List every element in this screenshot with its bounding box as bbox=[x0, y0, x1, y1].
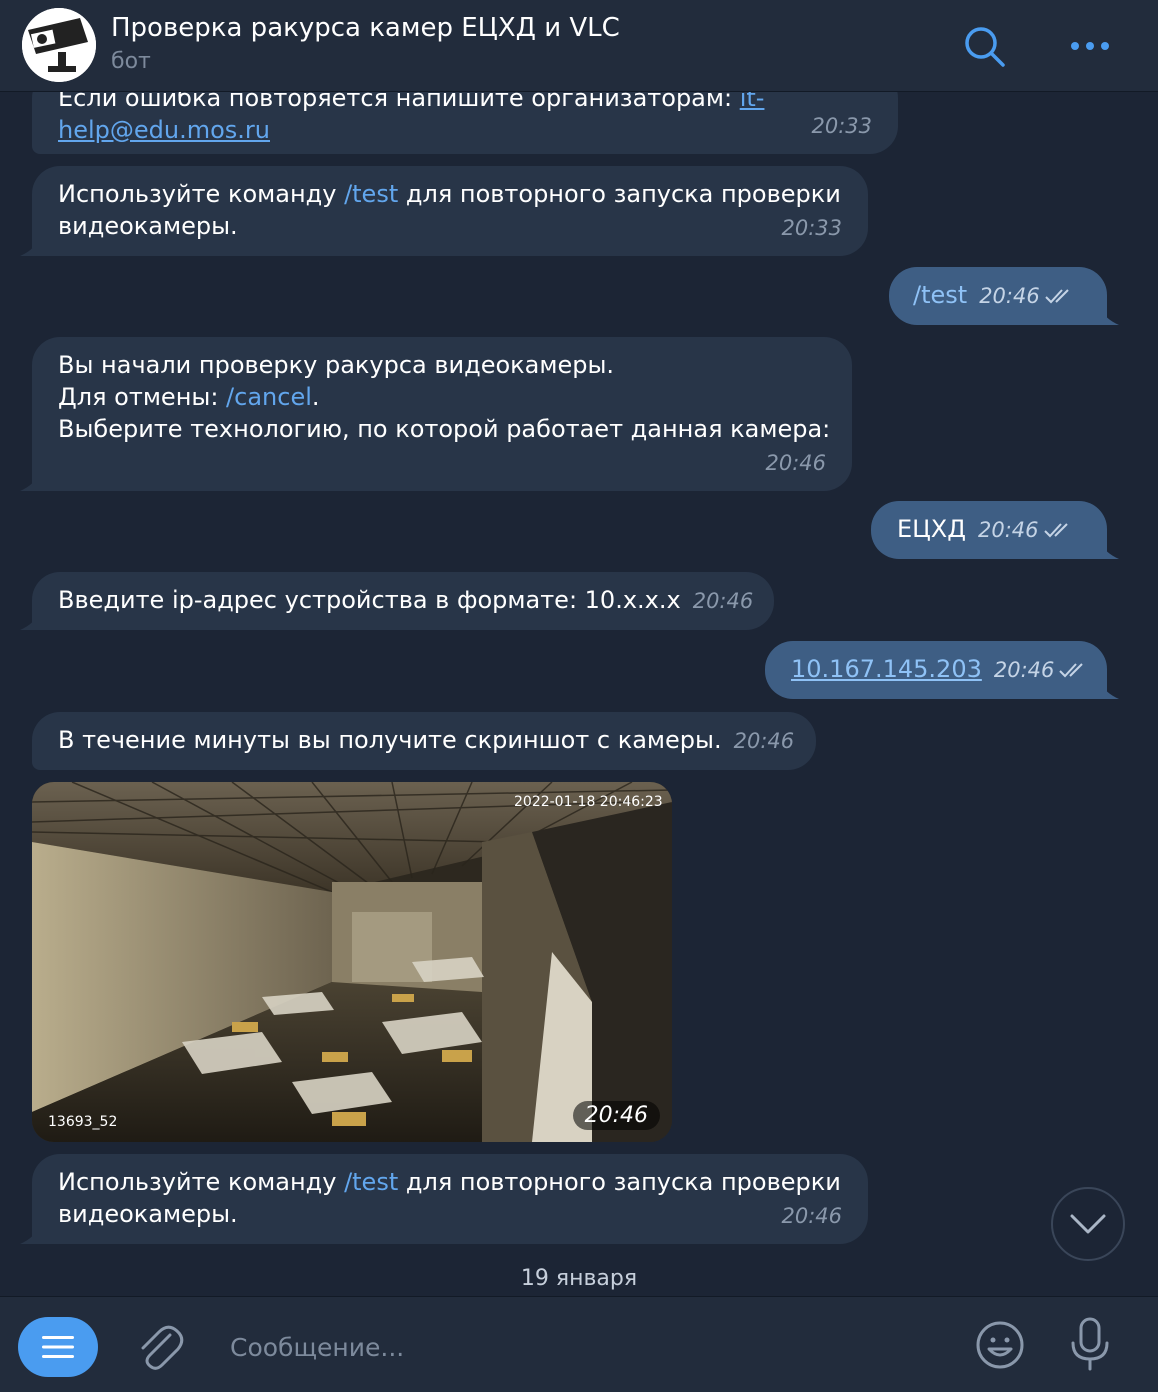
message-text: Если ошибка повторяется напишите организ… bbox=[58, 92, 872, 114]
paperclip-icon bbox=[141, 1325, 184, 1370]
double-check-icon bbox=[1045, 289, 1069, 304]
message-bubble-incoming: Введите ip-адрес устройства в формате: 1… bbox=[20, 572, 774, 630]
message-time: 20:33 bbox=[811, 114, 872, 138]
chat-subtitle: бот bbox=[111, 49, 151, 74]
emoji-button[interactable] bbox=[974, 1319, 1026, 1371]
email-link[interactable]: help@edu.mos.ru bbox=[58, 116, 270, 144]
message-bubble-outgoing: /test 20:46 bbox=[889, 267, 1119, 325]
more-dots-icon bbox=[1071, 42, 1109, 50]
camera-image bbox=[32, 782, 672, 1142]
message-bubble-incoming: Если ошибка повторяется напишите организ… bbox=[32, 92, 898, 154]
more-button[interactable] bbox=[1066, 22, 1114, 70]
command-link[interactable]: /test bbox=[344, 1168, 398, 1196]
message-text: ЕЦХД bbox=[897, 515, 966, 543]
bubble-tail bbox=[20, 1226, 40, 1244]
message-text: видеокамеры. bbox=[58, 212, 238, 240]
message-text: Используйте команду /test для повторного… bbox=[58, 1168, 841, 1196]
message-time: 20:46 bbox=[692, 589, 754, 613]
message-time: 20:46 bbox=[733, 729, 795, 753]
camera-screenshot-photo[interactable]: 2022-01-18 20:46:23 13693_52 20:46 bbox=[32, 782, 672, 1142]
search-icon bbox=[965, 27, 1005, 67]
message-list[interactable]: Если ошибка повторяется напишите организ… bbox=[0, 92, 1158, 1296]
date-separator: 19 января bbox=[520, 1266, 638, 1291]
voice-message-button[interactable] bbox=[1066, 1315, 1114, 1375]
message-bubble-outgoing: ЕЦХД 20:46 bbox=[871, 501, 1119, 559]
double-check-icon bbox=[1059, 663, 1084, 678]
menu-icon bbox=[42, 1336, 74, 1358]
message-time: 20:46 bbox=[993, 658, 1055, 682]
camera-logo-icon bbox=[22, 8, 96, 82]
ip-link[interactable]: 10.167.145.203 bbox=[791, 655, 982, 683]
command-link[interactable]: /test bbox=[344, 180, 398, 208]
message-bubble-incoming: Вы начали проверку ракурса видеокамеры. … bbox=[20, 337, 852, 491]
chat-header: Проверка ракурса камер ЕЦХД и VLC бот bbox=[0, 0, 1158, 92]
microphone-icon bbox=[1071, 1317, 1109, 1371]
chevron-down-icon bbox=[1070, 1214, 1106, 1234]
message-text: Вы начали проверку ракурса видеокамеры. bbox=[58, 351, 615, 379]
photo-camera-id: 13693_52 bbox=[48, 1114, 118, 1130]
message-time: 20:46 bbox=[572, 1101, 660, 1130]
message-time: 20:46 bbox=[979, 284, 1040, 308]
message-bubble-incoming: В течение минуты вы получите скриншот с … bbox=[32, 712, 816, 770]
message-text: Для отмены: /cancel. bbox=[58, 383, 320, 411]
message-time: 20:46 bbox=[765, 451, 826, 475]
scroll-down-button[interactable] bbox=[1051, 1187, 1125, 1261]
message-text: видеокамеры. bbox=[58, 1200, 238, 1228]
bot-menu-button[interactable] bbox=[18, 1317, 98, 1377]
double-check-icon bbox=[1043, 523, 1068, 538]
bubble-tail bbox=[1099, 541, 1119, 559]
message-time: 20:46 bbox=[781, 1204, 842, 1228]
photo-overlay-timestamp: 2022-01-18 20:46:23 bbox=[514, 794, 663, 810]
message-bubble-incoming: Используйте команду /test для повторного… bbox=[20, 1154, 868, 1244]
search-button[interactable] bbox=[960, 22, 1008, 70]
emoji-icon bbox=[976, 1321, 1024, 1369]
bot-avatar[interactable] bbox=[22, 8, 96, 82]
bubble-tail bbox=[20, 473, 40, 491]
message-bubble-outgoing: 10.167.145.203 20:46 bbox=[765, 641, 1119, 699]
chat-title: Проверка ракурса камер ЕЦХД и VLC bbox=[111, 13, 620, 43]
message-text: Используйте команду /test для повторного… bbox=[58, 180, 841, 208]
bubble-tail bbox=[20, 612, 40, 630]
cancel-command-link[interactable]: /cancel bbox=[226, 383, 312, 411]
message-input[interactable] bbox=[230, 1327, 930, 1367]
command-link[interactable]: /test bbox=[913, 281, 967, 309]
bubble-tail bbox=[20, 238, 40, 256]
bubble-tail bbox=[1099, 307, 1119, 325]
message-text: Введите ip-адрес устройства в формате: 1… bbox=[58, 586, 681, 614]
message-time: 20:33 bbox=[781, 216, 842, 240]
attach-button[interactable] bbox=[134, 1321, 184, 1373]
email-link[interactable]: it- bbox=[740, 92, 765, 112]
message-time: 20:46 bbox=[978, 518, 1039, 542]
message-text: Выберите технологию, по которой работает… bbox=[58, 415, 831, 443]
bubble-tail bbox=[1099, 681, 1119, 699]
message-composer bbox=[0, 1296, 1158, 1392]
message-bubble-incoming: Используйте команду /test для повторного… bbox=[20, 166, 868, 256]
message-text: В течение минуты вы получите скриншот с … bbox=[58, 726, 722, 754]
